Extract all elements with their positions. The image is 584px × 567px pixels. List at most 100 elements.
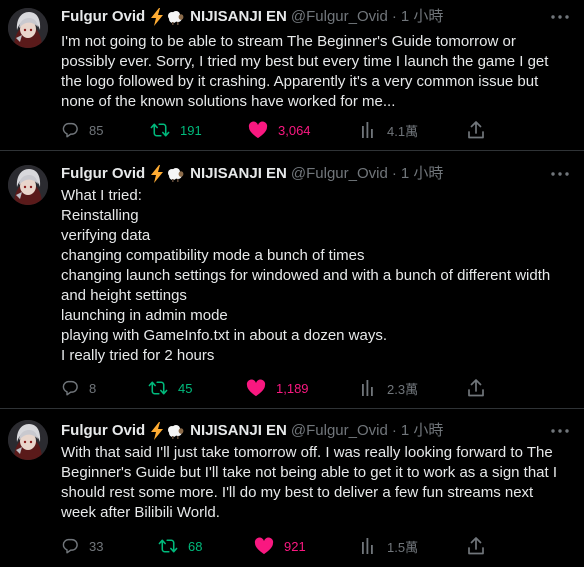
like-button[interactable]: 1,189 (246, 378, 309, 398)
tweet-timestamp[interactable]: 1 小時 (401, 165, 444, 183)
separator-dot: · (391, 165, 397, 182)
tweet-header: Fulgur Ovid NIJISANJI EN @Fulgur_Ovid · … (61, 165, 443, 183)
avatar[interactable] (8, 420, 48, 460)
tweet-text-line: possibly ever. Sorry, I tried my best bu… (61, 53, 549, 70)
share-icon (468, 379, 484, 397)
lightning-icon (149, 8, 165, 26)
avatar-image (8, 8, 48, 48)
like-count: 1,189 (276, 380, 309, 396)
tweet-timestamp[interactable]: 1 小時 (401, 8, 444, 26)
reply-button[interactable]: 8 (61, 378, 96, 398)
tweet-text-line: What I tried: (61, 187, 142, 204)
tweet-text-line: week after Bilibili World. (61, 504, 220, 521)
more-options-icon[interactable] (550, 8, 570, 26)
author-handle[interactable]: @Fulgur_Ovid (291, 165, 388, 183)
author-name[interactable]: Fulgur Ovid (61, 165, 145, 183)
view-count: 4.1萬 (387, 123, 419, 139)
views-bar-chart-icon (362, 380, 373, 396)
share-icon (468, 537, 484, 555)
tweet-text-line: should rest some more. I'll do my best t… (61, 484, 534, 501)
author-name[interactable]: Fulgur Ovid (61, 422, 145, 440)
tweet-text-line: and height settings (61, 287, 187, 304)
author-affiliation: NIJISANJI EN (190, 165, 287, 182)
tweet-actions: 33 68 921 1.5萬 (61, 536, 581, 556)
tweet-text-line: Beginner's Guide but I'll take not being… (61, 464, 558, 481)
tweet-header: Fulgur Ovid NIJISANJI EN @Fulgur_Ovid · … (61, 8, 443, 26)
view-count: 2.3萬 (387, 381, 419, 397)
lightning-icon (149, 165, 165, 183)
views-button[interactable]: 2.3萬 (361, 378, 418, 398)
tweet-text-line: Reinstalling (61, 207, 139, 224)
sheep-icon (166, 423, 184, 439)
sheep-icon (166, 9, 184, 25)
share-button[interactable] (468, 378, 484, 398)
reply-icon (62, 538, 78, 554)
tweet-text-line: playing with GameInfo.txt in about a doz… (61, 327, 388, 344)
tweet-text-line: none of the known solutions have worked … (61, 93, 396, 110)
author-handle[interactable]: @Fulgur_Ovid (291, 422, 388, 440)
tweet-text-line: launching in admin mode (61, 307, 228, 324)
reply-count: 85 (89, 122, 104, 138)
retweet-count: 68 (188, 538, 203, 554)
heart-icon (254, 537, 274, 555)
sheep-icon (166, 166, 184, 182)
tweet-text-line: With that said I'll just take tomorrow o… (61, 444, 553, 461)
reply-button[interactable]: 85 (61, 120, 103, 140)
like-button[interactable]: 3,064 (248, 120, 311, 140)
reply-count: 8 (89, 380, 97, 396)
lightning-icon (149, 422, 165, 440)
tweet-text: With that said I'll just take tomorrow o… (61, 443, 577, 523)
tweet-text: I'm not going to be able to stream The B… (61, 32, 577, 112)
author-name[interactable]: Fulgur Ovid (61, 8, 145, 26)
reply-icon (62, 122, 78, 138)
retweet-button[interactable]: 68 (158, 536, 202, 556)
reply-count: 33 (89, 538, 104, 554)
avatar-image (8, 165, 48, 205)
retweet-button[interactable]: 191 (150, 120, 202, 140)
avatar[interactable] (8, 165, 48, 205)
reply-button[interactable]: 33 (61, 536, 103, 556)
avatar[interactable] (8, 8, 48, 48)
tweet-actions: 85 191 3,064 4.1萬 (61, 120, 581, 140)
like-button[interactable]: 921 (254, 536, 306, 556)
heart-icon (246, 379, 266, 397)
separator-dot: · (391, 8, 397, 25)
tweet-text-line: the logo followed by it crashing. Appare… (61, 73, 539, 90)
retweet-count: 191 (180, 122, 202, 138)
views-button[interactable]: 4.1萬 (361, 120, 418, 140)
retweet-icon (148, 381, 168, 395)
author-handle[interactable]: @Fulgur_Ovid (291, 8, 388, 26)
views-bar-chart-icon (362, 122, 373, 138)
tweet-text-line: I'm not going to be able to stream The B… (61, 33, 516, 50)
tweet-text-line: changing compatibility mode a bunch of t… (61, 247, 365, 264)
tweet-text-line: I really tried for 2 hours (61, 347, 215, 364)
view-count: 1.5萬 (387, 539, 419, 555)
author-affiliation: NIJISANJI EN (190, 422, 287, 439)
share-icon (468, 121, 484, 139)
views-bar-chart-icon (362, 538, 373, 554)
tweet-actions: 8 45 1,189 2.3萬 (61, 378, 581, 398)
more-options-icon[interactable] (550, 422, 570, 440)
tweet-text-line: verifying data (61, 227, 151, 244)
retweet-icon (150, 123, 170, 137)
views-button[interactable]: 1.5萬 (361, 536, 418, 556)
share-button[interactable] (468, 120, 484, 140)
retweet-button[interactable]: 45 (148, 378, 192, 398)
author-affiliation: NIJISANJI EN (190, 8, 287, 25)
heart-icon (248, 121, 268, 139)
share-button[interactable] (468, 536, 484, 556)
tweet[interactable]: Fulgur Ovid NIJISANJI EN @Fulgur_Ovid · … (0, 0, 584, 150)
tweet-text-line: changing launch settings for windowed an… (61, 267, 551, 284)
tweet-header: Fulgur Ovid NIJISANJI EN @Fulgur_Ovid · … (61, 422, 443, 440)
tweet[interactable]: Fulgur Ovid NIJISANJI EN @Fulgur_Ovid · … (0, 408, 584, 567)
like-count: 921 (284, 538, 306, 554)
tweet[interactable]: Fulgur Ovid NIJISANJI EN @Fulgur_Ovid · … (0, 150, 584, 408)
separator-dot: · (391, 422, 397, 439)
like-count: 3,064 (278, 122, 311, 138)
more-options-icon[interactable] (550, 165, 570, 183)
reply-icon (62, 380, 78, 396)
tweet-text: What I tried: Reinstalling verifying dat… (61, 186, 577, 366)
tweet-timestamp[interactable]: 1 小時 (401, 422, 444, 440)
avatar-image (8, 420, 48, 460)
retweet-icon (158, 539, 178, 553)
